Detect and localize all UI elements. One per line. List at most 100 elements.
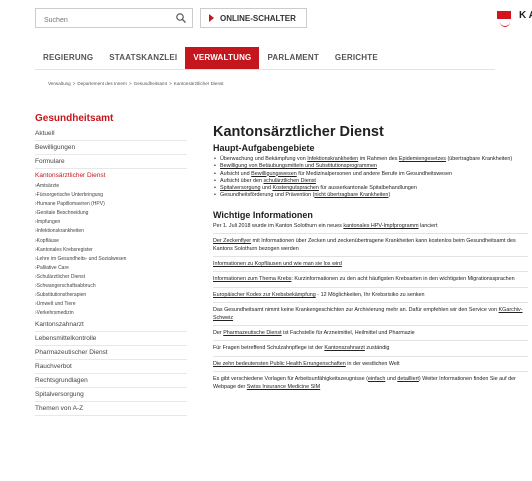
sidebar-item[interactable]: Formulare bbox=[35, 155, 187, 169]
sidebar-item[interactable]: Themen von A-Z bbox=[35, 402, 187, 417]
text-segment: Das Gesundheitsamt nimmt keine Krankenge… bbox=[213, 307, 499, 314]
search-box bbox=[35, 8, 193, 30]
nav-item-gerichte[interactable]: GERICHTE bbox=[327, 47, 386, 69]
info-item: Die zehn bedeutensten Public Health Erru… bbox=[213, 361, 528, 368]
sidebar-subitem[interactable]: ›Schulärztlicher Dienst bbox=[35, 273, 187, 282]
sidebar-subitem-label: Substitutionstherapien bbox=[36, 292, 87, 299]
task-item: Überwachung und Bekämpfung von Infektion… bbox=[214, 156, 528, 164]
text-link[interactable]: Bewilligung von Betäubungsmitteln und Su… bbox=[220, 163, 377, 169]
nav-item-parlament[interactable]: PARLAMENT bbox=[259, 47, 326, 69]
nav-item-verwaltung[interactable]: VERWALTUNG bbox=[185, 47, 260, 69]
sidebar-subitem-label: Umwelt und Tiere bbox=[36, 301, 76, 308]
sidebar-item[interactable]: Lebensmittelkontrolle bbox=[35, 332, 187, 347]
sidebar-subitem-label: Infektionskrankheiten bbox=[36, 228, 84, 235]
sidebar-subitem-label: Schulärztlicher Dienst bbox=[36, 273, 86, 280]
sidebar-subitem-label: Verkehrsmedizin bbox=[36, 310, 74, 317]
text-link[interactable]: Europäischer Kodex zur Krebsbekämpfung bbox=[213, 292, 316, 298]
sidebar-subitem[interactable]: ›Verkehrsmedizin bbox=[35, 309, 187, 318]
text-segment: Aufsicht über den bbox=[220, 177, 264, 184]
text-link[interactable]: kantonales HPV-Impfprogramm bbox=[343, 223, 418, 229]
search-input[interactable] bbox=[36, 11, 174, 30]
text-segment: (übertragbare Krankheiten) bbox=[445, 156, 513, 162]
text-link[interactable]: schulärztlichen Dienst bbox=[263, 178, 315, 184]
sidebar-subitem-label: Kopfläuse bbox=[36, 237, 59, 244]
text-link[interactable]: Die zehn bedeutensten Public Health Erru… bbox=[213, 361, 346, 367]
sidebar-item[interactable]: Pharmazeutischer Dienst bbox=[35, 346, 187, 361]
sidebar-subitem[interactable]: ›Lehre im Gesundheits- und Sozialwesen bbox=[35, 255, 187, 264]
sidebar-subitem[interactable]: ›Umwelt und Tiere bbox=[35, 300, 187, 309]
sidebar-item[interactable]: Spitalversorgung bbox=[35, 388, 187, 403]
sidebar: Gesundheitsamt Aktuell Bewilligungen Formu… bbox=[35, 113, 187, 417]
text-segment: Gesundheitsförderung und Prävention ( bbox=[220, 192, 315, 199]
text-link[interactable]: Infektionskrankheiten bbox=[307, 156, 358, 162]
text-link[interactable]: einfach bbox=[368, 376, 385, 382]
text-segment: Aufsicht und bbox=[220, 170, 252, 177]
sidebar-item[interactable]: Bewilligungen bbox=[35, 141, 187, 155]
divider bbox=[213, 256, 528, 257]
info-item: Informationen zu Kopfläusen und wie man … bbox=[213, 261, 528, 268]
info-item: Der Zeckenflyer mit Informationen über Z… bbox=[213, 238, 528, 253]
sidebar-subitem-label: Amtsärzte bbox=[36, 183, 60, 189]
divider bbox=[213, 325, 528, 327]
task-item: Aufsicht über den schulärztlichen Dienst bbox=[214, 177, 528, 186]
sidebar-subitem[interactable]: ›Fürsorgerische Unterbringung bbox=[35, 191, 187, 200]
text-segment: Per 1. Juli 2018 wurde im Kanton Solothu… bbox=[213, 222, 344, 229]
sidebar-item[interactable]: Aktuell bbox=[35, 127, 187, 141]
text-segment: Überwachung und Bekämpfung von bbox=[220, 156, 308, 162]
divider bbox=[213, 302, 528, 304]
breadcrumb-item[interactable]: Departement des Innern bbox=[77, 81, 127, 86]
text-segment: - 12 Möglichkeiten, Ihr Krebsrisiko zu s… bbox=[315, 291, 425, 298]
sidebar-item[interactable]: Rechtsgrundlagen bbox=[35, 374, 187, 389]
sidebar-item[interactable]: Rauchverbot bbox=[35, 360, 187, 375]
sidebar-subitem[interactable]: ›Substitutionstherapien bbox=[35, 291, 187, 300]
text-segment: Es gibt verschiedene Vorlagen für Arbeit… bbox=[213, 376, 368, 383]
page-title: Kantonsärztlicher Dienst bbox=[213, 124, 384, 140]
sidebar-subitem-label: Humane Papillomaviren (HPV) bbox=[36, 201, 105, 208]
text-link[interactable]: Swiss Insurance Medicine SIM bbox=[247, 384, 320, 390]
divider bbox=[213, 355, 528, 357]
section-heading-tasks: Haupt-Aufgabengebiete bbox=[213, 143, 315, 153]
sidebar-title[interactable]: Gesundheitsamt bbox=[35, 113, 187, 124]
sidebar-subitem[interactable]: ›Kantonales Krebsregister bbox=[35, 246, 187, 255]
divider bbox=[213, 271, 528, 273]
main-navigation: REGIERUNG STAATSKANZLEI VERWALTUNG PARLAMEN… bbox=[35, 47, 386, 69]
text-link[interactable]: Informationen zu Kopfläusen und wie man … bbox=[213, 261, 342, 267]
text-segment: lanciert bbox=[418, 222, 438, 229]
breadcrumb: Verwaltung > Departement des Innern > Gesund… bbox=[48, 81, 226, 86]
divider bbox=[35, 69, 495, 70]
breadcrumb-item[interactable]: Gesundheitsamt bbox=[134, 81, 167, 86]
text-link[interactable]: nicht übertragbare Krankheiten bbox=[314, 192, 388, 198]
text-link[interactable]: Informationen zum Thema Krebs bbox=[213, 276, 291, 282]
text-link[interactable]: Kantonszahnarzt bbox=[324, 345, 364, 351]
sidebar-subitem[interactable]: ›Infektionskrankheiten bbox=[35, 227, 187, 236]
sidebar-subitem[interactable]: ›Kopfläuse bbox=[35, 237, 187, 246]
text-link[interactable]: Spitalversorgung bbox=[220, 185, 260, 191]
sidebar-subitem[interactable]: ›Amtsärzte bbox=[35, 182, 187, 191]
sidebar-subitem[interactable]: ›Schwangerschaftsabbruch bbox=[35, 282, 187, 291]
breadcrumb-item: Kantonsärztlicher Dienst bbox=[173, 81, 224, 86]
sidebar-subitem[interactable]: ›Palliative Care bbox=[35, 264, 187, 273]
arrow-right-icon bbox=[209, 14, 214, 22]
text-segment: zuständig bbox=[364, 345, 390, 352]
sidebar-item-active[interactable]: Kantonsärztlicher Dienst bbox=[35, 169, 187, 182]
text-link[interactable]: detailliert bbox=[397, 376, 419, 382]
info-item: Europäischer Kodex zur Krebsbekämpfung -… bbox=[213, 292, 528, 299]
text-link[interactable]: Epidemiengesetzes bbox=[399, 156, 446, 162]
search-icon[interactable] bbox=[175, 12, 187, 24]
text-link[interactable]: Pharmazeutische Dienst bbox=[223, 330, 281, 336]
text-link[interactable]: Der Zeckenflyer bbox=[213, 238, 251, 244]
nav-item-staatskanzlei[interactable]: STAATSKANZLEI bbox=[101, 47, 185, 69]
sidebar-subitem[interactable]: ›Humane Papillomaviren (HPV) bbox=[35, 200, 187, 209]
text-link[interactable]: Kostengutsprachen bbox=[272, 185, 318, 191]
sidebar-subitem[interactable]: ›Genitale Beschneidung bbox=[35, 209, 187, 218]
text-link[interactable]: Bewilligungswesen bbox=[251, 171, 297, 177]
nav-item-regierung[interactable]: REGIERUNG bbox=[35, 47, 101, 69]
text-segment: : Kurzinformationen zu den acht häufigst… bbox=[291, 276, 515, 283]
breadcrumb-item[interactable]: Verwaltung bbox=[48, 81, 71, 86]
canton-logo[interactable]: K A bbox=[497, 7, 532, 31]
online-schalter-button[interactable]: ONLINE-SCHALTER bbox=[200, 8, 307, 28]
sidebar-subitem[interactable]: ›Impfungen bbox=[35, 218, 187, 227]
task-item: Aufsicht und Bewilligungswesen für Mediz… bbox=[214, 170, 528, 179]
sidebar-item[interactable]: Kantonszahnarzt bbox=[35, 318, 187, 333]
sidebar-subitem-label: Schwangerschaftsabbruch bbox=[36, 283, 96, 290]
